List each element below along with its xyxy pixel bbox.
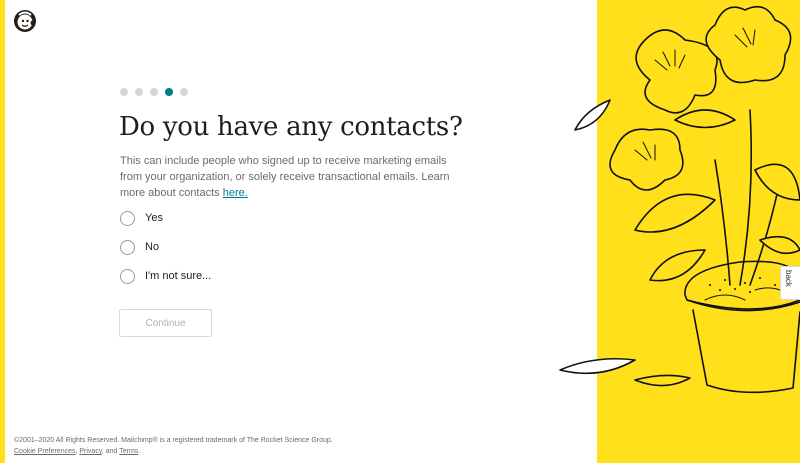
- cookie-preferences-link[interactable]: Cookie Preferences: [14, 448, 75, 455]
- contacts-radio-group: Yes No I'm not sure...: [120, 210, 211, 297]
- option-yes[interactable]: Yes: [120, 210, 211, 226]
- progress-dot-current: [165, 88, 173, 96]
- footer-period: .: [138, 448, 141, 455]
- footer: ©2001–2020 All Rights Reserved. Mailchim…: [14, 435, 333, 457]
- option-not-sure[interactable]: I'm not sure...: [120, 268, 211, 284]
- radio-yes[interactable]: [120, 210, 135, 226]
- progress-dot: [150, 88, 158, 96]
- privacy-link[interactable]: Privacy: [79, 448, 101, 455]
- option-no[interactable]: No: [120, 239, 211, 255]
- footer-links: Cookie Preferences, Privacy, and Terms.: [14, 446, 333, 457]
- option-label: Yes: [145, 212, 163, 224]
- progress-dot: [120, 88, 128, 96]
- radio-no[interactable]: [120, 239, 135, 255]
- footer-and: , and: [101, 448, 118, 455]
- progress-dot: [180, 88, 188, 96]
- terms-link[interactable]: Terms: [119, 448, 138, 455]
- copyright-text: ©2001–2020 All Rights Reserved. Mailchim…: [14, 437, 333, 444]
- radio-not-sure[interactable]: [120, 268, 135, 284]
- feedback-tab-label: back: [784, 270, 793, 287]
- continue-button[interactable]: Continue: [119, 309, 212, 337]
- progress-dot: [135, 88, 143, 96]
- page-title: Do you have any contacts?: [119, 112, 463, 142]
- description-text: This can include people who signed up to…: [120, 153, 450, 201]
- progress-dots: [120, 88, 188, 96]
- feedback-tab[interactable]: back: [780, 266, 800, 300]
- left-accent-bar: [0, 0, 5, 463]
- option-label: No: [145, 241, 160, 253]
- learn-more-link[interactable]: here.: [223, 187, 248, 199]
- mailchimp-logo-icon[interactable]: [12, 8, 38, 34]
- description-body: This can include people who signed up to…: [120, 155, 450, 199]
- option-label: I'm not sure...: [145, 270, 212, 282]
- potted-flower-illustration: [559, 5, 800, 394]
